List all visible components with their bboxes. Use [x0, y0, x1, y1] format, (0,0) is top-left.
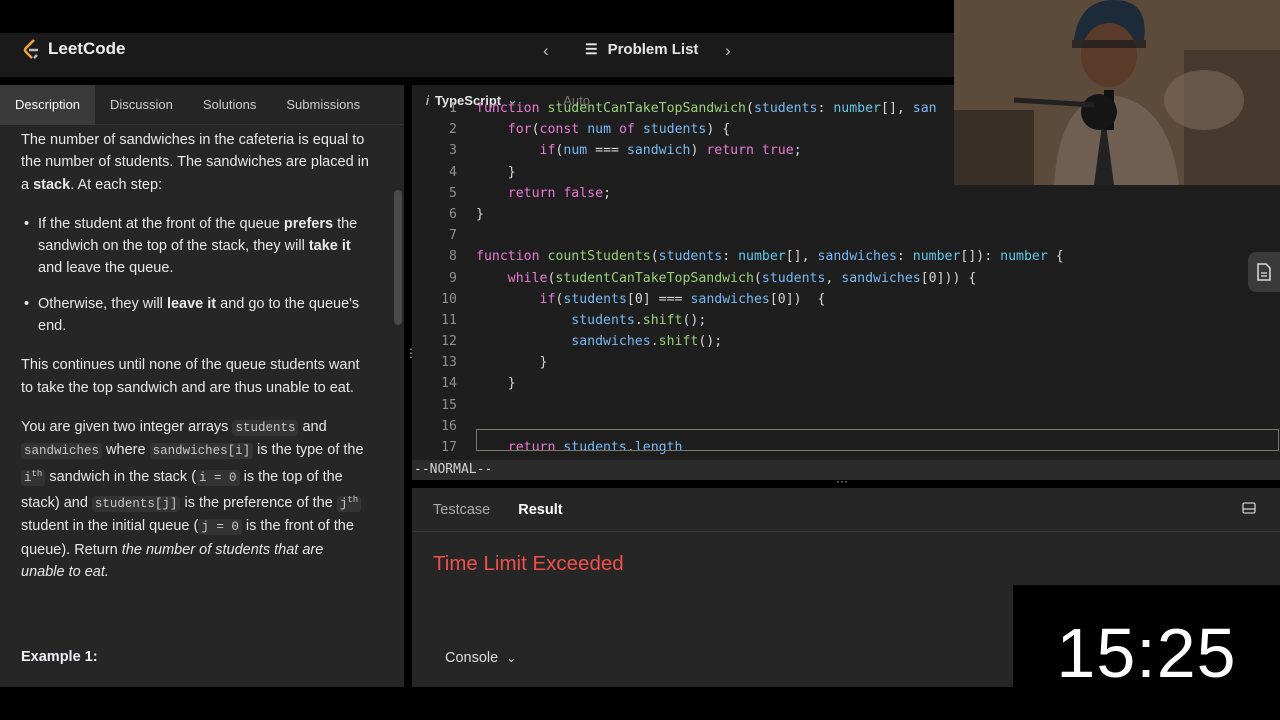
tab-discussion[interactable]: Discussion — [95, 85, 188, 125]
logo[interactable]: LeetCode — [22, 38, 125, 60]
code-line: 10 if(students[0] === sandwiches[0]) { — [441, 291, 826, 307]
next-problem-button[interactable]: › — [725, 41, 731, 61]
console-button[interactable]: Console ⌄ — [445, 650, 516, 666]
timer-display: 15:25 — [1013, 585, 1280, 720]
code-line: 8 function countStudents(students: number… — [449, 249, 1064, 265]
code-line: 11 students.shift(); — [441, 312, 707, 328]
list-item: Otherwise, they will leave it and go to … — [21, 293, 370, 338]
code-line: 13 } — [441, 355, 548, 371]
notes-button[interactable] — [1248, 252, 1280, 292]
tab-result[interactable]: Result — [518, 502, 562, 518]
desc-paragraph-1: The number of sandwiches in the cafeteri… — [21, 132, 369, 193]
list-icon: ☰ — [585, 41, 598, 57]
code-line: 15 — [441, 397, 457, 413]
horizontal-resize-handle[interactable]: ··· — [836, 474, 848, 488]
code-line: 6} — [449, 206, 484, 222]
code-line: 9 while(studentCanTakeTopSandwich(studen… — [449, 270, 977, 286]
rules-list: If the student at the front of the queue… — [21, 213, 370, 337]
code-line: 7 — [449, 228, 457, 244]
result-tabs: Testcase Result — [412, 488, 1280, 532]
result-status: Time Limit Exceeded — [433, 552, 624, 575]
example-heading: Example 1: — [21, 649, 98, 665]
cursor-line-highlight — [476, 429, 1279, 451]
webcam-overlay — [954, 0, 1280, 185]
top-navbar: LeetCode ‹ ☰ Problem List › — [0, 33, 954, 77]
code-line: 12 sandwiches.shift(); — [441, 334, 723, 350]
chevron-down-icon: ⌄ — [506, 651, 517, 665]
code-line: 5 return false; — [449, 185, 612, 201]
leetcode-logo-icon — [23, 39, 38, 59]
tab-testcase[interactable]: Testcase — [433, 502, 490, 518]
problem-list-button[interactable]: ☰ Problem List — [585, 41, 698, 58]
tab-submissions[interactable]: Submissions — [271, 85, 375, 125]
description-tabs: Description Discussion Solutions Submiss… — [0, 85, 404, 125]
problem-list-label: Problem List — [607, 41, 699, 58]
webcam-person-image — [954, 0, 1280, 185]
panel-layout-icon[interactable] — [1242, 502, 1256, 514]
list-item: If the student at the front of the queue… — [21, 213, 370, 280]
document-icon — [1257, 263, 1271, 281]
desc-paragraph-3: You are given two integer arrays student… — [21, 418, 364, 581]
tab-solutions[interactable]: Solutions — [188, 85, 271, 125]
logo-text: LeetCode — [48, 39, 126, 58]
problem-description: The number of sandwiches in the cafeteri… — [0, 125, 404, 583]
description-scrollbar[interactable] — [394, 190, 402, 325]
description-panel: Description Discussion Solutions Submiss… — [0, 85, 404, 687]
desc-paragraph-2: This continues until none of the queue s… — [21, 357, 360, 396]
console-label: Console — [445, 650, 499, 666]
prev-problem-button[interactable]: ‹ — [543, 41, 549, 61]
tab-description[interactable]: Description — [0, 85, 96, 125]
code-line: 14 } — [441, 376, 516, 392]
